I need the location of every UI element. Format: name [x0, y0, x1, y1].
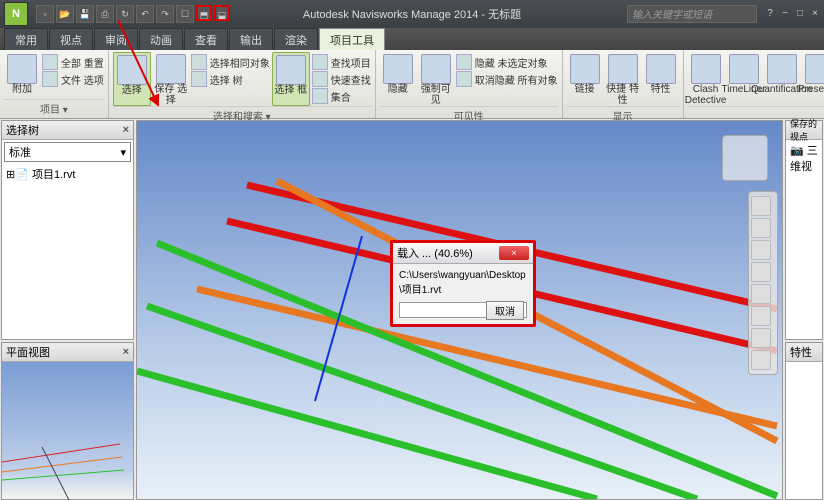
links-button[interactable]: 链接	[567, 52, 603, 106]
tree-mode-combo[interactable]: 标准▾	[4, 142, 131, 162]
qat-new-icon[interactable]: ▫	[36, 5, 54, 23]
plan-view[interactable]	[2, 362, 133, 499]
tab-output[interactable]: 输出	[229, 28, 273, 50]
panel-header[interactable]: 特性	[786, 343, 822, 362]
tab-view[interactable]: 查看	[184, 28, 228, 50]
unhide-all-button[interactable]: 取消隐藏 所有对象	[456, 71, 558, 87]
maximize-icon[interactable]: □	[793, 7, 807, 21]
qat-save-icon[interactable]: 💾	[76, 5, 94, 23]
tab-viewpoint[interactable]: 视点	[49, 28, 93, 50]
window-controls: ? − □ ×	[763, 7, 822, 21]
clash-detective-button[interactable]: Clash Detective	[688, 52, 724, 106]
timeliner-button[interactable]: TimeLiner	[726, 52, 762, 106]
attach-button[interactable]: 附加	[4, 52, 40, 99]
window-title: Autodesk Navisworks Manage 2014 - 无标题	[303, 6, 521, 22]
file-options-button[interactable]: 文件 选项	[42, 71, 104, 87]
quantification-button[interactable]: Quantification	[764, 52, 800, 106]
force-visible-button[interactable]: 强制可见	[418, 52, 454, 106]
minimize-icon[interactable]: −	[778, 7, 792, 21]
find-items-button[interactable]: 查找项目	[312, 54, 371, 70]
qat-undo-icon[interactable]: ↶	[136, 5, 154, 23]
ribbon-tabs: 常用 视点 审阅 动画 查看 输出 渲染 项目工具	[0, 28, 824, 50]
app-logo[interactable]: N	[4, 2, 28, 26]
close-panel-icon[interactable]: ×	[123, 346, 129, 358]
tab-render[interactable]: 渲染	[274, 28, 318, 50]
navigation-bar	[748, 191, 778, 375]
hide-unselected-button[interactable]: 隐藏 未选定对象	[456, 54, 558, 70]
plan-view-panel: 平面视图×	[1, 342, 134, 500]
dialog-title-bar[interactable]: 载入 ... (40.6%) ×	[393, 243, 533, 264]
left-dock: 选择树× 标准▾ ⊞📄 项目1.rvt 平面视图×	[0, 119, 135, 500]
nav-orbit-icon[interactable]	[751, 262, 771, 282]
ribbon-group-tools: Clash Detective TimeLiner Quantification…	[684, 50, 824, 118]
quick-access-toolbar: ▫ 📂 💾 ⎙ ↻ ↶ ↷ ☐ ⬒ ⬓	[32, 3, 234, 25]
load-dialog: 载入 ... (40.6%) × C:\Users\wangyuan\Deskt…	[390, 240, 536, 327]
tab-review[interactable]: 审阅	[94, 28, 138, 50]
ribbon-group-display: 链接 快捷 特性 特性 显示	[563, 50, 684, 118]
dialog-path: C:\Users\wangyuan\Desktop\项目1.rvt	[399, 270, 527, 296]
nav-zoom-icon[interactable]	[751, 240, 771, 260]
nav-wheel-icon[interactable]	[751, 196, 771, 216]
viewcube[interactable]	[722, 135, 768, 181]
panel-header[interactable]: 保存的视点	[786, 121, 822, 140]
panel-header[interactable]: 平面视图×	[2, 343, 133, 362]
tab-item-tools[interactable]: 项目工具	[319, 28, 385, 50]
properties-button[interactable]: 特性	[643, 52, 679, 106]
quick-find-button[interactable]: 快速查找	[312, 71, 371, 87]
qat-highlighted-1[interactable]: ⬒	[196, 5, 212, 21]
quick-properties-button[interactable]: 快捷 特性	[605, 52, 641, 106]
sets-button[interactable]: 集合	[312, 88, 371, 104]
viewpoint-tree[interactable]: 📷 三维视	[786, 140, 822, 339]
help-icon[interactable]: ?	[763, 7, 777, 21]
tab-home[interactable]: 常用	[4, 28, 48, 50]
panel-header[interactable]: 选择树×	[2, 121, 133, 140]
qat-select-icon[interactable]: ☐	[176, 5, 194, 23]
right-dock: 保存的视点 📷 三维视 特性	[784, 119, 824, 500]
save-selection-button[interactable]: 保存 选择	[153, 52, 189, 106]
help-search[interactable]: 输入关键字或短语	[627, 5, 757, 23]
progress-bar: 取消	[399, 302, 527, 318]
close-panel-icon[interactable]: ×	[123, 124, 129, 136]
select-button[interactable]: 选择	[113, 52, 151, 106]
properties-panel: 特性	[785, 342, 823, 500]
qat-refresh-icon[interactable]: ↻	[116, 5, 134, 23]
select-tree-button[interactable]: 选择 树	[191, 71, 270, 87]
qat-redo-icon[interactable]: ↷	[156, 5, 174, 23]
saved-viewpoints-panel: 保存的视点 📷 三维视	[785, 120, 823, 340]
reset-all-button[interactable]: 全部 重置	[42, 54, 104, 70]
nav-look-icon[interactable]	[751, 284, 771, 304]
ribbon-group-project: 附加 全部 重置 文件 选项 项目 ▾	[0, 50, 109, 118]
chevron-down-icon: ▾	[120, 146, 126, 159]
group-label: 项目 ▾	[4, 99, 104, 116]
qat-highlighted-2[interactable]: ⬓	[214, 5, 230, 21]
title-bar: N ▫ 📂 💾 ⎙ ↻ ↶ ↷ ☐ ⬒ ⬓ Autodesk Naviswork…	[0, 0, 824, 28]
hide-button[interactable]: 隐藏	[380, 52, 416, 106]
select-box-button[interactable]: 选择 框	[272, 52, 310, 106]
tab-animation[interactable]: 动画	[139, 28, 183, 50]
nav-fly-icon[interactable]	[751, 328, 771, 348]
select-same-button[interactable]: 选择相同对象	[191, 54, 270, 70]
qat-print-icon[interactable]: ⎙	[96, 5, 114, 23]
dialog-title: 载入 ... (40.6%)	[397, 245, 473, 261]
close-icon[interactable]: ×	[808, 7, 822, 21]
nav-walk-icon[interactable]	[751, 306, 771, 326]
nav-pan-icon[interactable]	[751, 218, 771, 238]
selection-tree-panel: 选择树× 标准▾ ⊞📄 项目1.rvt	[1, 120, 134, 340]
ribbon: 附加 全部 重置 文件 选项 项目 ▾ 选择 保存 选择 选择相同对象 选择 树…	[0, 50, 824, 119]
ribbon-group-select: 选择 保存 选择 选择相同对象 选择 树 选择 框 查找项目 快速查找 集合 选…	[109, 50, 376, 118]
tree-content[interactable]: ⊞📄 项目1.rvt	[2, 164, 133, 339]
nav-camera-icon[interactable]	[751, 350, 771, 370]
cancel-button[interactable]: 取消	[486, 301, 524, 320]
qat-open-icon[interactable]: 📂	[56, 5, 74, 23]
dialog-close-button[interactable]: ×	[499, 246, 529, 260]
presenter-button[interactable]: Presenter	[802, 52, 824, 106]
ribbon-group-visibility: 隐藏 强制可见 隐藏 未选定对象 取消隐藏 所有对象 可见性	[376, 50, 563, 118]
